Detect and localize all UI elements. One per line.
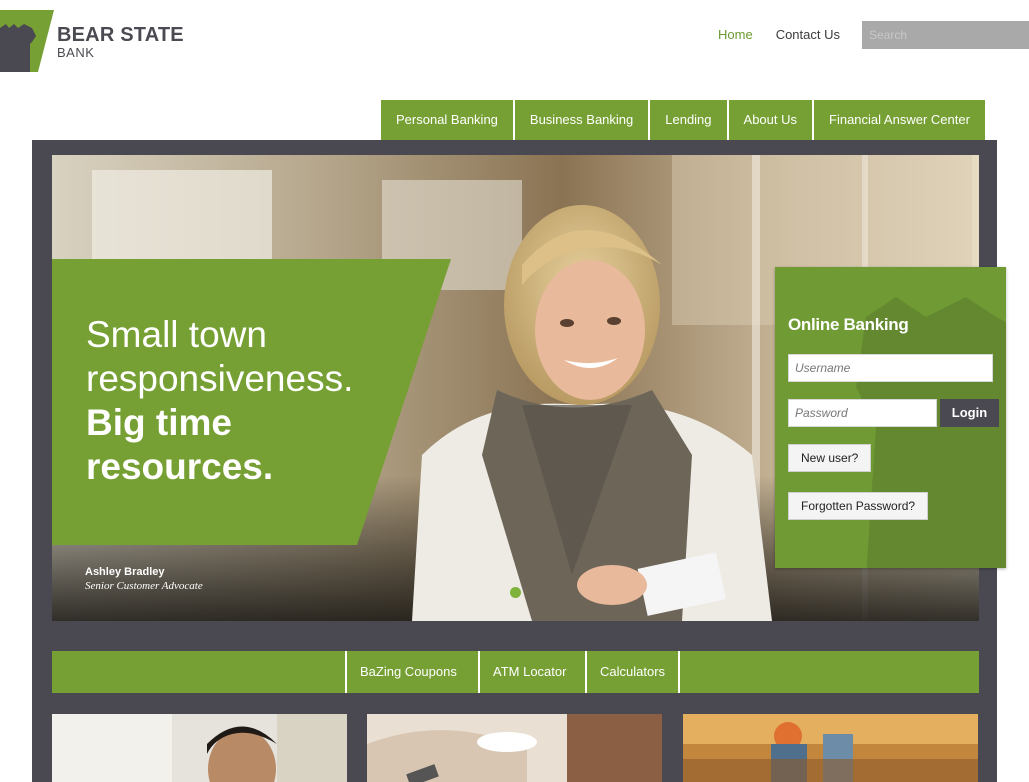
bear-head-icon bbox=[0, 10, 54, 72]
headline-line-1: Small town bbox=[86, 314, 267, 355]
quick-links-bar: BaZing Coupons ATM Locator Calculators bbox=[52, 651, 979, 693]
password-field[interactable] bbox=[788, 399, 937, 427]
new-user-button[interactable]: New user? bbox=[788, 444, 872, 472]
atm-locator-link[interactable]: ATM Locator bbox=[478, 651, 579, 693]
hero-person-name: Ashley Bradley bbox=[85, 566, 165, 578]
promo-tile-1[interactable] bbox=[52, 714, 347, 782]
username-field[interactable] bbox=[788, 354, 993, 382]
search-input[interactable] bbox=[862, 21, 1029, 49]
contact-us-link[interactable]: Contact Us bbox=[776, 27, 840, 42]
headline-line-2: responsiveness. bbox=[86, 358, 354, 399]
nav-business-banking[interactable]: Business Banking bbox=[514, 100, 649, 140]
calculators-link[interactable]: Calculators bbox=[585, 651, 681, 693]
promo-tile-3[interactable] bbox=[683, 714, 978, 782]
login-button[interactable]: Login bbox=[940, 399, 999, 427]
forgot-password-button[interactable]: Forgotten Password? bbox=[788, 492, 929, 520]
bazing-coupons-link[interactable]: BaZing Coupons bbox=[345, 651, 470, 693]
bank-name-sub: BANK bbox=[57, 45, 95, 60]
nav-about-us[interactable]: About Us bbox=[728, 100, 813, 140]
online-banking-title: Online Banking bbox=[788, 315, 909, 334]
hero-headline: Small town responsiveness. Big time reso… bbox=[86, 313, 353, 489]
hero-person-role: Senior Customer Advocate bbox=[85, 580, 203, 592]
home-link[interactable]: Home bbox=[718, 27, 753, 42]
headline-line-4: resources. bbox=[86, 446, 274, 487]
bank-logo[interactable]: BEAR STATE BANK bbox=[0, 10, 190, 72]
nav-lending[interactable]: Lending bbox=[650, 100, 727, 140]
promo-image-2 bbox=[367, 714, 662, 782]
nav-personal-banking[interactable]: Personal Banking bbox=[381, 100, 513, 140]
online-banking-panel: Online Banking Login New user? Forgotten… bbox=[775, 267, 1006, 568]
promo-image-1 bbox=[52, 714, 347, 782]
bank-name: BEAR STATE bbox=[57, 24, 184, 46]
promo-image-3 bbox=[683, 714, 978, 782]
promo-tile-2[interactable] bbox=[367, 714, 662, 782]
headline-line-3: Big time bbox=[86, 402, 232, 443]
main-nav: Personal Banking Business Banking Lendin… bbox=[381, 100, 987, 140]
utility-nav: Home Contact Us bbox=[718, 27, 863, 42]
slide-dot[interactable] bbox=[510, 587, 521, 598]
nav-financial-answer-center[interactable]: Financial Answer Center bbox=[814, 100, 985, 140]
